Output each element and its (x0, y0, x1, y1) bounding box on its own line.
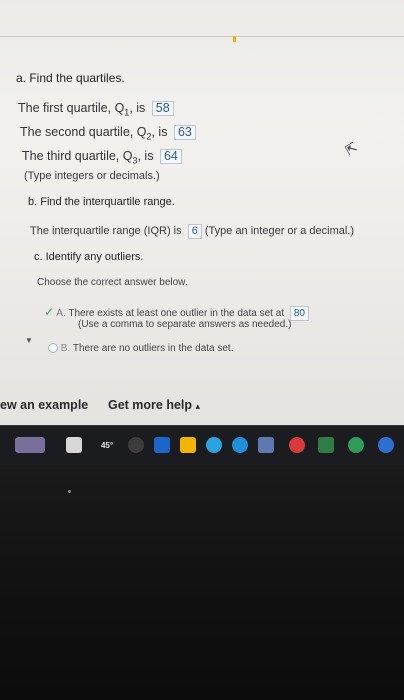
q1-suffix: , is (129, 101, 146, 115)
file-explorer-icon[interactable] (66, 437, 82, 453)
get-more-help-button[interactable]: Get more help ▴ (108, 398, 200, 412)
get-more-help-label: Get more help (108, 398, 193, 412)
excel-icon[interactable] (318, 437, 334, 453)
q2-label: The second quartile, Q (20, 125, 147, 139)
help-bar: ew an example Get more help ▴ (0, 390, 404, 422)
view-example-link[interactable]: ew an example (0, 398, 88, 412)
q3-suffix: , is (137, 149, 154, 163)
caret-up-icon: ▴ (195, 401, 201, 411)
folder-icon[interactable] (180, 437, 196, 453)
part-c-title: c. Identify any outliers. (34, 251, 144, 263)
q1-label: The first quartile, Q (18, 101, 125, 115)
taskbar: 45° (0, 425, 404, 466)
iqr-label: The interquartile range (IQR) is (30, 225, 182, 237)
chat-icon[interactable] (128, 437, 144, 453)
start-icon[interactable] (15, 437, 45, 453)
outlier-answer[interactable]: 80 (289, 306, 309, 321)
q2-answer[interactable]: 63 (173, 125, 196, 140)
problem-panel: a. Find the quartiles. The first quartil… (0, 36, 404, 380)
q1-row: The first quartile, Q1, is 58 (18, 101, 174, 118)
q2-suffix: , is (151, 125, 168, 139)
store-icon[interactable] (258, 437, 274, 453)
edge-icon[interactable] (232, 437, 248, 453)
part-b-title: b. Find the interquartile range. (28, 196, 175, 208)
widgets-icon[interactable] (154, 437, 170, 453)
option-b-letter: B. (60, 343, 71, 354)
iqr-answer[interactable]: 6 (187, 224, 202, 239)
q3-label: The third quartile, Q (22, 149, 133, 163)
type-hint: (Type integers or decimals.) (24, 170, 160, 182)
iqr-hint: (Type an integer or a decimal.) (204, 225, 355, 237)
option-b[interactable]: B. There are no outliers in the data set… (48, 343, 234, 354)
bezel-dot (68, 490, 71, 493)
browser-icon[interactable] (378, 437, 394, 453)
app-icon[interactable] (289, 437, 305, 453)
scroll-down-icon[interactable]: ▼ (25, 336, 33, 345)
q2-row: The second quartile, Q2, is 63 (20, 125, 196, 142)
q3-answer[interactable]: 64 (159, 149, 182, 164)
option-b-text: There are no outliers in the data set. (72, 343, 234, 354)
xbox-icon[interactable] (348, 437, 364, 453)
weather-temp: 45° (100, 440, 114, 450)
browser-content: a. Find the quartiles. The first quartil… (0, 0, 404, 425)
phone-link-icon[interactable] (206, 437, 222, 453)
option-a-hint: (Use a comma to separate answers as need… (78, 319, 292, 330)
option-a-text: There exists at least one outlier in the… (68, 308, 285, 319)
q3-row: The third quartile, Q3, is 64 (22, 149, 182, 166)
iqr-row: The interquartile range (IQR) is 6 (Type… (30, 224, 354, 239)
weather-widget[interactable]: 45° (95, 437, 119, 453)
check-icon: ✓ (44, 305, 55, 319)
radio-icon[interactable] (48, 343, 58, 354)
q1-answer[interactable]: 58 (151, 101, 174, 116)
option-a-letter: A. (56, 308, 66, 319)
laptop-bezel (0, 465, 404, 700)
choose-instruction: Choose the correct answer below. (37, 277, 188, 288)
part-a-title: a. Find the quartiles. (16, 71, 125, 85)
